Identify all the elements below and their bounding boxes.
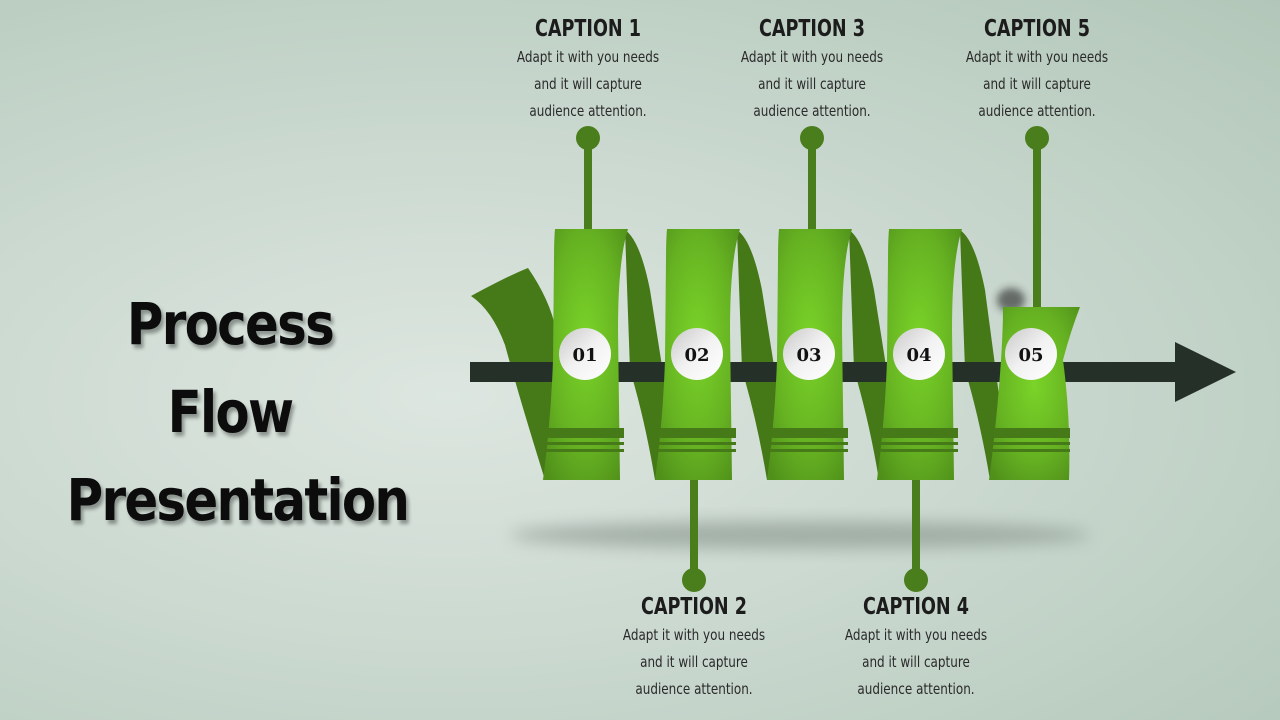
caption-title: CAPTION 2 <box>641 594 747 620</box>
connector-dot <box>1025 126 1049 150</box>
caption-text-line: Adapt it with you needs <box>844 626 988 644</box>
caption-block-02: CAPTION 2 Adapt it with you needs and it w… <box>584 592 804 703</box>
caption-text-line: audience attention. <box>529 102 647 120</box>
caption-text-line: Adapt it with you needs <box>965 48 1109 66</box>
connector-dot <box>682 568 706 592</box>
caption-text-line: audience attention. <box>857 680 975 698</box>
connector-dot <box>800 126 824 150</box>
step-number: 04 <box>906 345 931 366</box>
caption-block-03: CAPTION 3 Adapt it with you needs and it w… <box>702 14 922 125</box>
step-number: 03 <box>796 345 821 366</box>
caption-text-line: and it will capture <box>758 75 866 93</box>
caption-text-line: audience attention. <box>635 680 753 698</box>
step-number: 02 <box>684 345 709 366</box>
caption-text-line: Adapt it with you needs <box>516 48 660 66</box>
caption-title: CAPTION 4 <box>863 594 969 620</box>
caption-text-line: and it will capture <box>640 653 748 671</box>
connector-dot <box>576 126 600 150</box>
caption-text-line: audience attention. <box>753 102 871 120</box>
connector-03 <box>800 126 824 230</box>
caption-block-01: CAPTION 1 Adapt it with you needs and it w… <box>478 14 698 125</box>
step-number: 05 <box>1018 345 1043 366</box>
caption-text-line: audience attention. <box>978 102 1096 120</box>
caption-block-04: CAPTION 4 Adapt it with you needs and it w… <box>806 592 1026 703</box>
caption-text-line: and it will capture <box>862 653 970 671</box>
step-number: 01 <box>572 345 597 366</box>
caption-title: CAPTION 3 <box>759 16 865 42</box>
ribbon-step-05: 05 <box>989 288 1080 480</box>
caption-text-line: and it will capture <box>983 75 1091 93</box>
ribbon-step-04: 04 <box>877 229 962 480</box>
floor-shadow <box>510 521 1090 549</box>
ribbon-step-02: 02 <box>655 229 740 480</box>
ribbon-step-01: 01 <box>543 229 628 480</box>
caption-text-line: Adapt it with you needs <box>622 626 766 644</box>
caption-title: CAPTION 1 <box>535 16 641 42</box>
caption-text-line: and it will capture <box>534 75 642 93</box>
ribbon-step-03: 03 <box>767 229 852 480</box>
connector-01 <box>576 126 600 230</box>
caption-text-line: Adapt it with you needs <box>740 48 884 66</box>
caption-title: CAPTION 5 <box>984 16 1090 42</box>
caption-block-05: CAPTION 5 Adapt it with you needs and it w… <box>927 14 1147 125</box>
connector-05 <box>1025 126 1049 308</box>
connector-dot <box>904 568 928 592</box>
